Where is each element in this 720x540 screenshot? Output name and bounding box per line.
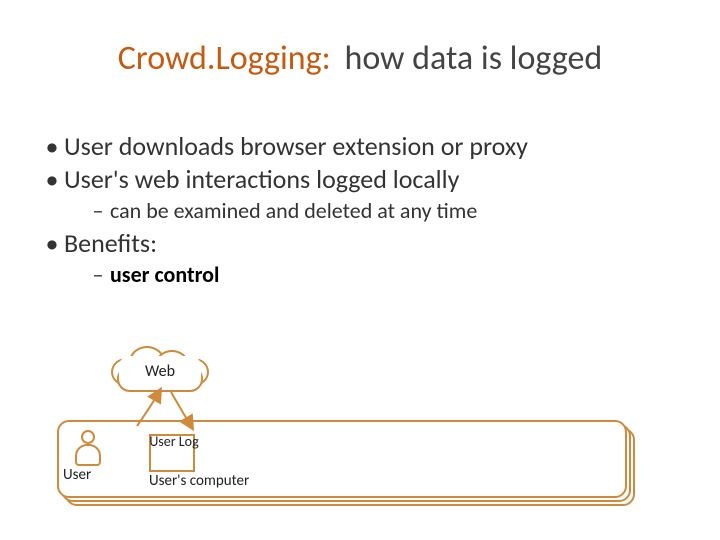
- bullet-dash: –: [86, 261, 110, 289]
- arrows-icon: [119, 384, 209, 434]
- bullet-1: • User downloads browser extension or pr…: [40, 130, 680, 163]
- user-icon: [73, 430, 103, 470]
- bullet-1-text: User downloads browser extension or prox…: [64, 130, 528, 163]
- title-rest: how data is logged: [344, 38, 602, 79]
- diagram: Web User User Log User's computer: [55, 340, 665, 520]
- computer-label: User's computer: [149, 472, 249, 490]
- bullet-dot: •: [40, 227, 64, 260]
- bullet-list: • User downloads browser extension or pr…: [40, 130, 680, 291]
- bullet-3: • Benefits:: [40, 227, 680, 260]
- bullet-3-text: Benefits:: [64, 227, 157, 260]
- bullet-dot: •: [40, 130, 64, 163]
- bullet-dash: –: [86, 197, 110, 225]
- bullet-dot: •: [40, 163, 64, 196]
- bullet-2-sub-text: can be examined and deleted at any time: [110, 197, 477, 225]
- bullet-2: • User's web interactions logged locally: [40, 163, 680, 196]
- slide-title: Crowd.Logging: how data is logged: [0, 38, 720, 79]
- user-log-label: User Log: [147, 434, 201, 449]
- title-accent: Crowd.Logging:: [118, 38, 331, 79]
- bullet-3-sub-text: user control: [110, 261, 219, 289]
- bullet-2-sub: – can be examined and deleted at any tim…: [86, 197, 680, 225]
- bullet-2-text: User's web interactions logged locally: [64, 163, 459, 196]
- web-cloud-label: Web: [105, 362, 215, 381]
- user-label: User: [63, 466, 91, 484]
- bullet-3-sub: – user control: [86, 261, 680, 289]
